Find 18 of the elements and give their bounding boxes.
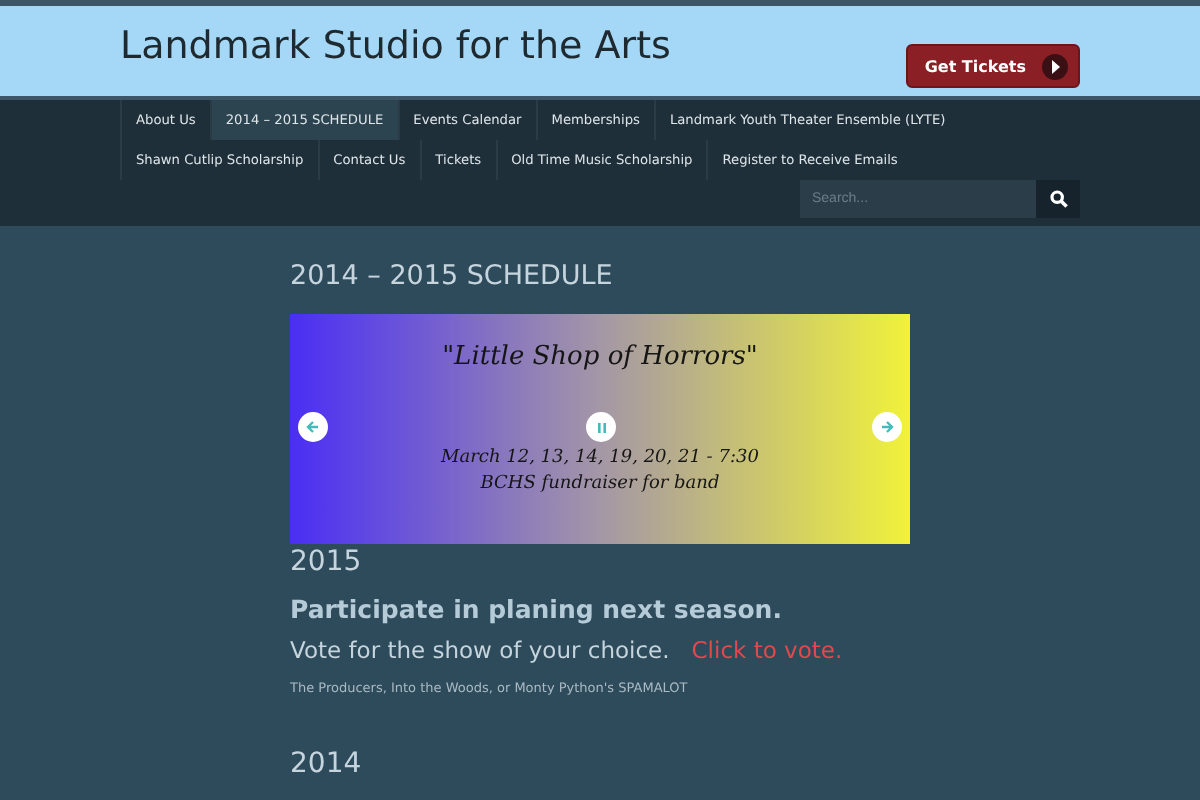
search-button[interactable] [1036,180,1080,218]
pause-icon [595,421,607,433]
body-text: Vote for the show of your choice. [290,636,670,664]
right-arrow-icon [880,420,894,434]
get-tickets-button[interactable]: Get Tickets [906,44,1080,88]
section-heading: 2014 [290,748,364,780]
section-heading: 2015 [290,546,364,578]
previous-slide-button[interactable] [298,412,328,442]
play-icon [1042,53,1068,79]
page-title: 2014 – 2015 SCHEDULE [290,260,615,292]
site-title[interactable]: Landmark Studio for the Arts [120,24,671,68]
pause-button[interactable] [586,412,616,442]
slide-text: March 12, 13, 14, 19, 20, 21 - 7:30 [441,446,759,472]
slide-text: BCHS fundraiser for band [480,472,720,498]
lead-text: Participate in planing next season. [290,594,784,624]
left-arrow-icon [306,420,320,434]
search-icon [1049,190,1067,208]
slide-title: "Little Shop of Horrors" [442,342,758,372]
